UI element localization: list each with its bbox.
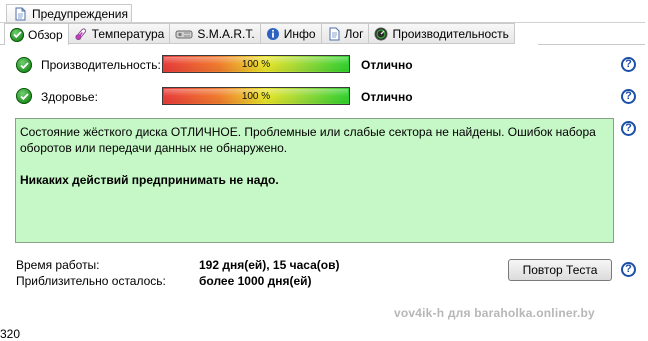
tab-info[interactable]: Инфо [260, 23, 322, 44]
performance-ok-icon [16, 57, 32, 73]
tab-warnings-label: Предупреждения [32, 6, 128, 21]
tab-temperature-label: Температура [91, 26, 165, 41]
tab-smart-label: S.M.A.R.T. [197, 26, 255, 41]
gauge-icon [374, 27, 388, 40]
tab-log-label: Лог [344, 26, 364, 41]
document-icon [15, 7, 26, 20]
main-tabs: Обзор Температура S.M.A.R.T. Инфо Лог Пр… [4, 23, 515, 45]
tab-overview-label: Обзор [28, 27, 63, 42]
corner-number: 320 [0, 327, 21, 341]
performance-status: Отлично [361, 58, 413, 72]
performance-help-icon[interactable]: ? [621, 57, 636, 72]
health-status: Отлично [361, 90, 413, 104]
summary-help-icon[interactable]: ? [621, 121, 636, 136]
status-summary-box: Состояние жёсткого диска ОТЛИЧНОЕ. Пробл… [15, 118, 614, 243]
tab-overview[interactable]: Обзор [4, 23, 69, 45]
remaining-value: более 1000 дня(ей) [199, 274, 312, 288]
hdd-icon [175, 30, 193, 38]
retest-button[interactable]: Повтор Теста [508, 259, 612, 281]
tab-baseline-left [0, 44, 4, 45]
tab-performance[interactable]: Производительность [369, 23, 515, 44]
health-help-icon[interactable]: ? [621, 89, 636, 104]
check-icon [10, 27, 24, 42]
tab-baseline-right [538, 44, 645, 45]
info-icon [266, 27, 279, 40]
tab-log[interactable]: Лог [321, 23, 370, 44]
status-summary-action: Никаких действий предпринимать не надо. [20, 173, 279, 187]
tab-smart[interactable]: S.M.A.R.T. [170, 23, 261, 44]
watermark-text: vov4ik-h для baraholka.onliner.by [394, 306, 595, 320]
uptime-value: 192 дня(ей), 15 часа(ов) [199, 258, 340, 272]
health-ok-icon [16, 88, 32, 104]
health-bar: 100 % [162, 87, 350, 105]
uptime-label: Время работы: [16, 258, 100, 272]
log-icon [329, 27, 340, 40]
tab-warnings[interactable]: Предупреждения [6, 4, 132, 22]
performance-bar: 100 % [162, 55, 350, 73]
tab-temperature[interactable]: Температура [68, 23, 171, 44]
retest-help-icon[interactable]: ? [621, 262, 636, 277]
tab-performance-label: Производительность [392, 26, 509, 41]
remaining-label: Приблизительно осталось: [16, 274, 166, 288]
tab-info-label: Инфо [283, 26, 316, 41]
thermometer-icon [75, 27, 86, 40]
performance-label: Производительность: [41, 58, 161, 72]
status-summary-text: Состояние жёсткого диска ОТЛИЧНОЕ. Пробл… [20, 125, 596, 155]
performance-percent: 100 % [241, 58, 271, 70]
health-percent: 100 % [241, 90, 271, 102]
health-label: Здоровье: [41, 90, 98, 104]
